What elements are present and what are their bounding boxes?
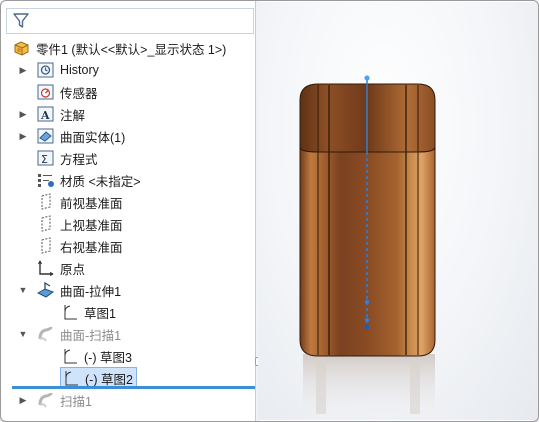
- material-icon: [36, 171, 56, 189]
- tree-item-label: (-) 草图2: [85, 372, 133, 387]
- feature-manager-tree: 零件1 (默认<<默认>_显示状态 1>) ▶ History 传感器 ▶ A 注解 ▶ 曲面…: [2, 2, 255, 420]
- right-plane-icon: [36, 237, 56, 255]
- equations-icon: Σ: [36, 149, 56, 167]
- filter-icon[interactable]: [12, 12, 30, 30]
- tree-item-history[interactable]: ▶ History: [2, 59, 255, 81]
- tree-item-label: 草图1: [84, 306, 116, 321]
- tree-item-label: 曲面-拉伸1: [60, 284, 122, 299]
- expander-toggle-icon[interactable]: ▼: [18, 323, 28, 345]
- tree-item-label: (-) 草图3: [84, 350, 132, 365]
- solidworks-window: 零件1 (默认<<默认>_显示状态 1>) ▶ History 传感器 ▶ A 注解 ▶ 曲面…: [0, 0, 539, 422]
- tree-item-label: 右视基准面: [60, 240, 123, 255]
- part-root-label: 零件1 (默认<<默认>_显示状态 1>): [36, 42, 227, 57]
- expander-toggle-icon[interactable]: ▶: [18, 389, 28, 411]
- front-plane-icon: [36, 193, 56, 211]
- tree-item-label: 材质 <未指定>: [60, 174, 141, 189]
- tree-item-surface-extrude[interactable]: ▼ 曲面-拉伸1: [2, 279, 255, 301]
- tree-item-label: 方程式: [60, 152, 98, 167]
- part-icon: [12, 39, 32, 57]
- svg-text:A: A: [40, 109, 50, 122]
- tree-item-right-plane[interactable]: 右视基准面: [2, 235, 255, 257]
- tree-item-sketch[interactable]: 草图1: [2, 301, 255, 323]
- tree-item-front-plane[interactable]: 前视基准面: [2, 191, 255, 213]
- tree-item-top-plane[interactable]: 上视基准面: [2, 213, 255, 235]
- floor-reflection: [303, 354, 435, 414]
- sketch-icon: [61, 369, 81, 387]
- surface-sweep-icon: [36, 325, 56, 343]
- sensor-icon: [36, 83, 56, 101]
- tree-item-label: 前视基准面: [60, 196, 123, 211]
- tree-item-label: 原点: [60, 262, 86, 277]
- surface-extrude-icon: [36, 281, 56, 299]
- expander-toggle-icon[interactable]: ▶: [18, 125, 28, 147]
- tree-item-surface-sweep[interactable]: ▼ 曲面-扫描1: [2, 323, 255, 345]
- tree-item-label: 注解: [60, 108, 86, 123]
- tree-item-label: History: [60, 63, 99, 77]
- expander-toggle-icon[interactable]: ▼: [18, 279, 28, 301]
- sketch-icon: [60, 303, 80, 321]
- tree-item-origin[interactable]: 原点: [2, 257, 255, 279]
- tree-item-label: 曲面-扫描1: [60, 328, 122, 343]
- svg-text:Σ: Σ: [41, 153, 48, 166]
- rollback-bar[interactable]: [12, 386, 255, 389]
- model-view: [299, 75, 436, 414]
- expander-toggle-icon[interactable]: ▶: [18, 103, 28, 125]
- origin-icon: [36, 259, 56, 277]
- surface-bodies-icon: [36, 127, 56, 145]
- tree-item-label: 扫描1: [60, 394, 92, 409]
- top-plane-icon: [36, 215, 56, 233]
- part-root-node[interactable]: 零件1 (默认<<默认>_显示状态 1>): [12, 38, 226, 58]
- tree-item-sketch[interactable]: (-) 草图3: [2, 345, 255, 367]
- tree-item-label: 曲面实体(1): [60, 130, 126, 145]
- expander-toggle-icon[interactable]: ▶: [18, 59, 28, 81]
- graphics-viewport[interactable]: [258, 2, 538, 420]
- tree-item-label: 上视基准面: [60, 218, 123, 233]
- tree-item-annotation[interactable]: ▶ A 注解: [2, 103, 255, 125]
- sweep-icon: [36, 391, 56, 409]
- tree-item-surface-bodies[interactable]: ▶ 曲面实体(1): [2, 125, 255, 147]
- tree-filter-bar[interactable]: [6, 8, 254, 34]
- tree-item-equations[interactable]: Σ 方程式: [2, 147, 255, 169]
- tree-item-material[interactable]: 材质 <未指定>: [2, 169, 255, 191]
- sketch-icon: [60, 347, 80, 365]
- tree-item-sweep[interactable]: ▶ 扫描1: [2, 389, 255, 411]
- annotation-icon: A: [36, 105, 56, 123]
- history-icon: [36, 61, 56, 79]
- tree-item-sensor[interactable]: 传感器: [2, 81, 255, 103]
- tree-item-label: 传感器: [60, 86, 98, 101]
